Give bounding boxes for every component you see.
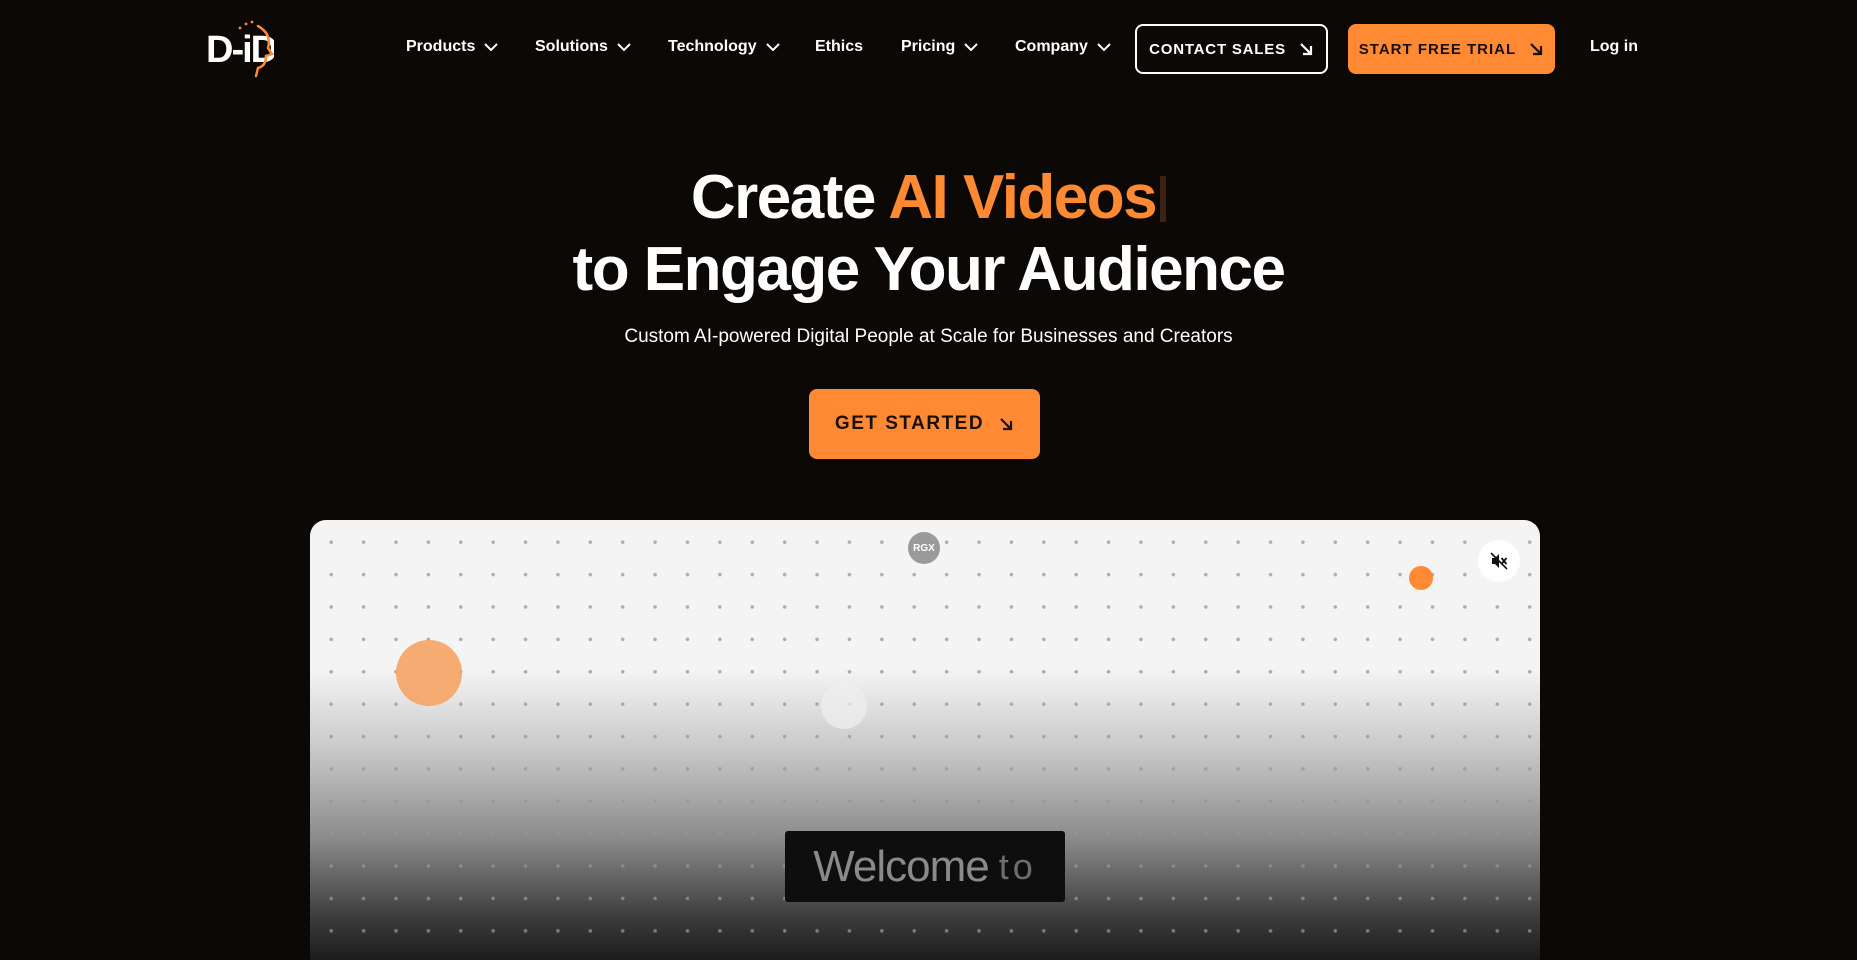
d-id-logo-icon: D-iD [206, 20, 274, 78]
d-id-logo[interactable]: D-iD [206, 20, 274, 78]
nav-technology-label: Technology [668, 38, 757, 55]
contact-sales-button[interactable]: CONTACT SALES [1135, 24, 1328, 74]
white-orb [821, 683, 867, 729]
nav-products-label: Products [406, 38, 476, 55]
arrow-down-right-icon [998, 416, 1014, 432]
hero-headline-accent: AI Videos [888, 163, 1157, 232]
welcome-word: Welcome [813, 841, 990, 891]
hero-subtitle: Custom AI-powered Digital People at Scal… [624, 326, 1233, 347]
start-free-trial-label: START FREE TRIAL [1358, 40, 1517, 58]
top-navigation: D-iD Products Solutions Technology Ethic… [0, 0, 1857, 98]
nav-pricing[interactable]: Pricing [901, 38, 979, 56]
nav-ethics[interactable]: Ethics [815, 38, 863, 56]
welcome-caption: Welcome to [785, 831, 1065, 902]
rgx-badge: RGX [908, 532, 940, 564]
hero-headline-line2: to Engage Your Audience [572, 235, 1286, 304]
start-free-trial-button[interactable]: START FREE TRIAL [1348, 24, 1555, 74]
contact-sales-label: CONTACT SALES [1149, 40, 1286, 58]
welcome-suffix: to [998, 845, 1037, 887]
login-link[interactable]: Log in [1590, 38, 1638, 56]
typing-cursor [1160, 176, 1167, 222]
nav-ethics-label: Ethics [815, 38, 864, 55]
chevron-down-icon [483, 41, 499, 53]
nav-pricing-label: Pricing [901, 38, 956, 55]
nav-solutions[interactable]: Solutions [535, 38, 632, 56]
mute-button[interactable] [1478, 540, 1520, 582]
chevron-down-icon [963, 41, 979, 53]
nav-company[interactable]: Company [1015, 38, 1112, 56]
demo-video-panel[interactable]: RGX Welcome to [310, 520, 1540, 960]
nav-solutions-label: Solutions [535, 38, 608, 55]
nav-technology[interactable]: Technology [668, 38, 781, 56]
chevron-down-icon [616, 41, 632, 53]
arrow-down-right-icon [1528, 41, 1544, 57]
orange-orb-large [396, 640, 462, 706]
hero-headline-line1: Create AI Videos [0, 162, 1857, 234]
chevron-down-icon [765, 41, 781, 53]
hero-headline-prefix: Create [690, 163, 889, 232]
get-started-label: GET STARTED [834, 413, 985, 434]
nav-products[interactable]: Products [406, 38, 499, 56]
nav-company-label: Company [1015, 38, 1088, 55]
orange-orb [1409, 566, 1433, 590]
get-started-button[interactable]: GET STARTED [809, 389, 1040, 459]
speaker-muted-icon [1490, 552, 1508, 570]
chevron-down-icon [1096, 41, 1112, 53]
arrow-down-right-icon [1298, 41, 1314, 57]
